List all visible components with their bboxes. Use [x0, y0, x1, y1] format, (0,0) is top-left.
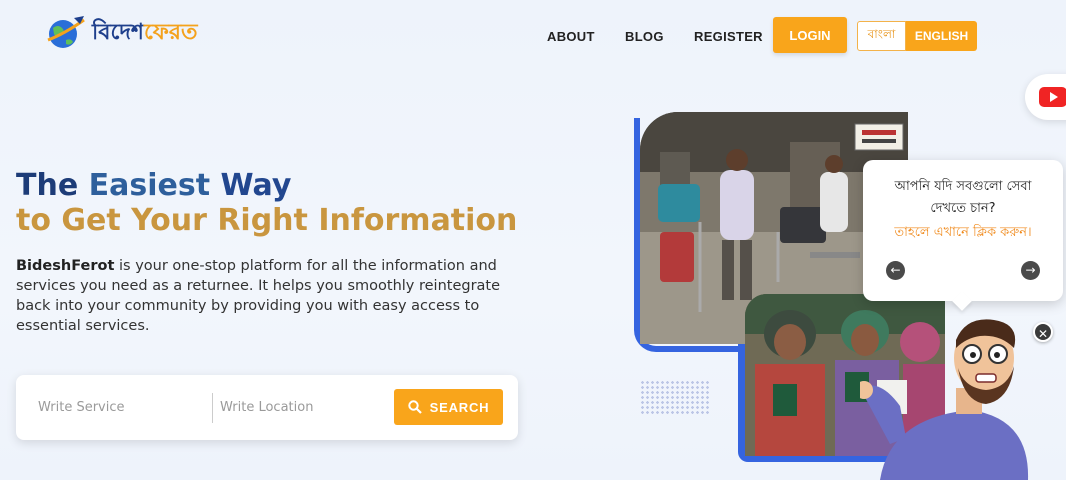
hero-title-line1: The Easiest Way: [16, 168, 517, 203]
search-divider: [212, 393, 213, 423]
brand-part1: বিদেশ: [92, 19, 144, 45]
hero-description-brand: BideshFerot: [16, 258, 115, 274]
search-button[interactable]: SEARCH: [394, 389, 503, 425]
decorative-dots: [640, 380, 710, 416]
hero-title-word-the: The: [16, 168, 79, 203]
nav-register-link[interactable]: REGISTER: [694, 29, 763, 44]
search-box: SEARCH: [16, 375, 518, 440]
brand-part2: ফেরত: [143, 19, 198, 45]
search-button-label: SEARCH: [429, 399, 490, 415]
help-chat-bubble: আপনি যদি সবগুলো সেবা দেখতে চান? তাহলে এখ…: [863, 160, 1063, 301]
login-button[interactable]: LOGIN: [773, 17, 847, 53]
location-search-input[interactable]: [220, 393, 390, 421]
globe-plane-icon: [47, 16, 85, 48]
service-search-input[interactable]: [38, 393, 208, 421]
lang-english-button[interactable]: ENGLISH: [906, 21, 977, 51]
nav-about-link[interactable]: ABOUT: [547, 29, 595, 44]
hero-title-line2: to Get Your Right Information: [16, 203, 518, 238]
search-icon: [407, 400, 422, 414]
chat-bubble-question: আপনি যদি সবগুলো সেবা দেখতে চান?: [894, 179, 1032, 216]
youtube-button[interactable]: [1025, 74, 1066, 120]
hero-title: The Easiest Way to Get Your Right Inform…: [16, 168, 517, 238]
hero-title-word-easiest: Easiest: [88, 168, 211, 203]
hero-title-word-way: Way: [220, 168, 292, 203]
lang-bangla-button[interactable]: বাংলা: [857, 21, 906, 51]
nav-blog-link[interactable]: BLOG: [625, 29, 664, 44]
youtube-icon: [1039, 87, 1066, 107]
arrow-left-icon[interactable]: ←: [886, 261, 905, 280]
assistant-avatar: [860, 319, 1029, 480]
chat-bubble-link[interactable]: তাহলে এখানে ক্লিক করুন।: [873, 223, 1053, 244]
hero-description: BideshFerot is your one-stop platform fo…: [16, 256, 511, 336]
logo[interactable]: বিদেশফেরত: [46, 14, 198, 52]
arrow-right-icon[interactable]: →: [1021, 261, 1040, 280]
brand-name: বিদেশফেরত: [92, 15, 198, 52]
language-switcher: বাংলা ENGLISH: [857, 21, 977, 51]
